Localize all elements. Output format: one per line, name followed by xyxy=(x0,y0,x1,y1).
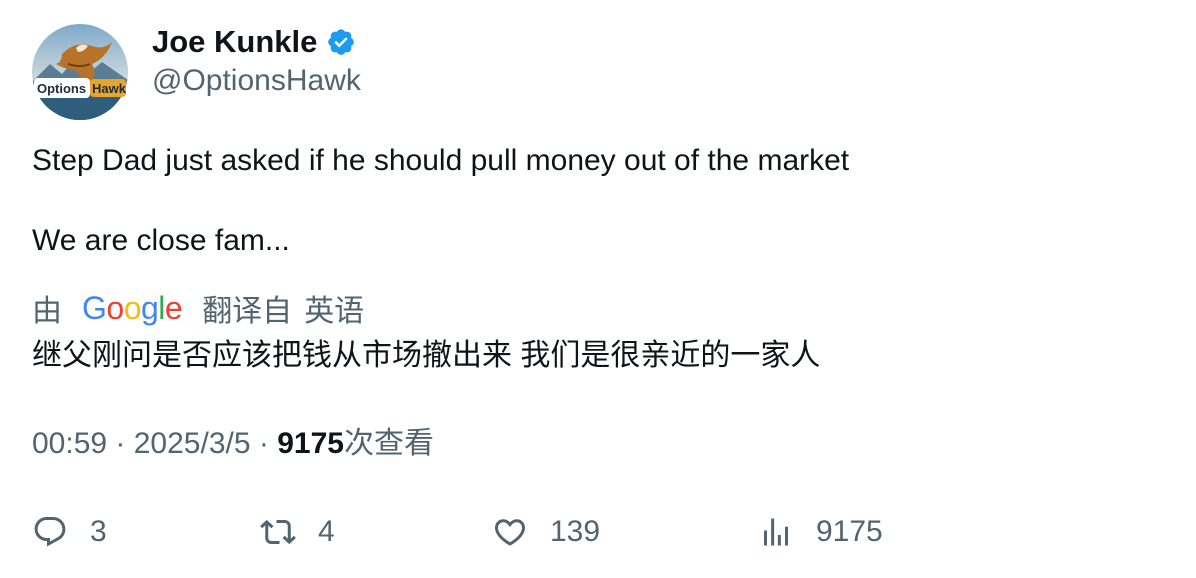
like-button[interactable]: 139 xyxy=(492,510,600,554)
author-handle[interactable]: @OptionsHawk xyxy=(152,62,361,100)
avatar-image xyxy=(32,24,128,120)
tweet-text-line-2: We are close fam... xyxy=(32,224,290,257)
translated-text: 继父刚问是否应该把钱从市场撤出来 我们是很亲近的一家人 xyxy=(32,339,821,372)
tweet-text-line-1: Step Dad just asked if he should pull mo… xyxy=(32,144,850,177)
translation-attribution: 由 Google 翻译自 英语 xyxy=(32,286,364,330)
reply-button[interactable]: 3 xyxy=(32,510,107,554)
tweet-date[interactable]: 2025/3/5 xyxy=(134,427,251,460)
views-action-count: 9175 xyxy=(816,515,883,548)
views-icon xyxy=(764,518,788,546)
display-name[interactable]: Joe Kunkle xyxy=(152,24,317,60)
tweet-actions: 3 4 139 9175 xyxy=(32,510,1172,554)
google-logo[interactable]: Google xyxy=(82,290,183,327)
retweet-count: 4 xyxy=(318,515,335,548)
tweet-meta: 00:59 · 2025/3/5 · 9175次查看 xyxy=(32,424,434,464)
verified-badge-icon[interactable] xyxy=(326,27,356,57)
translation-prefix: 由 xyxy=(32,295,62,328)
meta-separator: · xyxy=(258,427,278,460)
tweet-time[interactable]: 00:59 xyxy=(32,427,107,460)
like-count: 139 xyxy=(550,515,601,548)
views-count: 9175 xyxy=(277,427,344,460)
retweet-button[interactable]: 4 xyxy=(260,510,335,554)
author-name-row: Joe Kunkle xyxy=(152,22,356,62)
views-button[interactable]: 9175 xyxy=(758,510,883,554)
meta-separator: · xyxy=(115,427,134,460)
retweet-icon xyxy=(260,519,296,545)
reply-icon xyxy=(34,517,66,547)
translation-language: 英语 xyxy=(304,295,365,328)
avatar[interactable] xyxy=(32,24,128,120)
translation-suffix: 翻译自 xyxy=(202,295,293,328)
like-icon xyxy=(494,519,526,546)
views-label: 次查看 xyxy=(343,427,434,460)
reply-count: 3 xyxy=(90,515,107,548)
